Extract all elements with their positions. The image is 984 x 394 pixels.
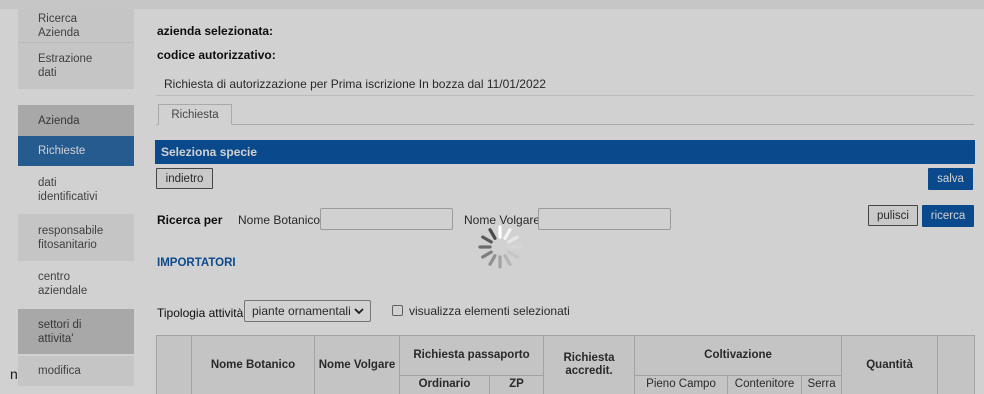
top-strip [0, 0, 984, 9]
sidebar-item-azienda[interactable]: Azienda [18, 105, 134, 136]
tipologia-attivita-select[interactable]: piante ornamentali [244, 300, 371, 322]
save-button[interactable]: salva [928, 168, 973, 190]
tab-richiesta[interactable]: Richiesta [158, 104, 232, 125]
nome-botanico-input[interactable] [320, 208, 453, 230]
sidebar-item-settori-attivita[interactable]: settori di attivita' [18, 309, 134, 354]
stub-char: n [10, 366, 18, 382]
col-nome-botanico: Nome Botanico [191, 335, 315, 394]
nome-volgare-input[interactable] [538, 208, 671, 230]
left-gutter [0, 9, 18, 394]
col-richiesta-passaporto: Richiesta passaporto [398, 335, 545, 376]
sidebar-nav: Ricerca Azienda Estrazione dati Azienda … [18, 9, 134, 394]
sidebar-item-centro-aziendale[interactable]: centro aziendale [18, 261, 134, 307]
sidebar-item-dati-identificativi[interactable]: dati identificativi [18, 166, 134, 214]
col-pieno-campo: Pieno Campo [634, 374, 729, 394]
sidebar-item-richieste[interactable]: Richieste [18, 136, 134, 166]
tipologia-attivita-label: Tipologia attività [157, 306, 244, 320]
select-col-header [156, 335, 192, 394]
ricerca-per-label: Ricerca per [157, 213, 223, 227]
codice-autorizzativo-label: codice autorizzativo: [157, 48, 276, 62]
tipologia-attivita-value: piante ornamentali [252, 304, 351, 318]
nome-botanico-label: Nome Botanico [238, 213, 321, 227]
sidebar-item-modifica[interactable]: modifica [18, 356, 134, 386]
header-divider [156, 95, 974, 96]
loading-spinner-icon [478, 225, 522, 269]
col-quantita: Quantità [841, 335, 939, 394]
sidebar-item-responsabile-fitosanitario[interactable]: responsabile fitosanitario [18, 214, 134, 261]
clear-button[interactable]: pulisci [868, 205, 918, 226]
col-serra: Serra [801, 374, 843, 394]
sidebar-item-estrazione-dati[interactable]: Estrazione dati [18, 43, 134, 89]
col-richiesta-accredit: Richiesta accredit. [543, 335, 636, 394]
search-button[interactable]: ricerca [922, 205, 974, 227]
section-title-bar: Seleziona specie [155, 140, 975, 164]
request-status-line: Richiesta di autorizzazione per Prima is… [164, 77, 546, 91]
col-nome-volgare: Nome Volgare [314, 335, 400, 394]
chevron-down-icon [354, 304, 364, 321]
col-zp: ZP [488, 374, 545, 394]
back-button[interactable]: indietro [156, 168, 213, 189]
sidebar-item-ricerca-azienda[interactable]: Ricerca Azienda [18, 9, 134, 42]
extra-col-header [937, 335, 976, 394]
tab-bar-line [156, 124, 974, 125]
importatori-link[interactable]: IMPORTATORI [157, 257, 236, 269]
show-selected-checkbox[interactable] [392, 305, 403, 316]
show-selected-label: visualizza elementi selezionati [409, 304, 570, 318]
col-contenitore: Contenitore [727, 374, 803, 394]
col-coltivazione: Coltivazione [634, 335, 843, 376]
section-title: Seleziona specie [161, 145, 258, 159]
main-content: azienda selezionata: codice autorizzativ… [146, 9, 984, 394]
species-table: Nome Botanico Nome Volgare Richiesta pas… [156, 335, 976, 394]
azienda-selezionata-label: azienda selezionata: [157, 24, 274, 38]
col-ordinario: Ordinario [399, 374, 490, 394]
